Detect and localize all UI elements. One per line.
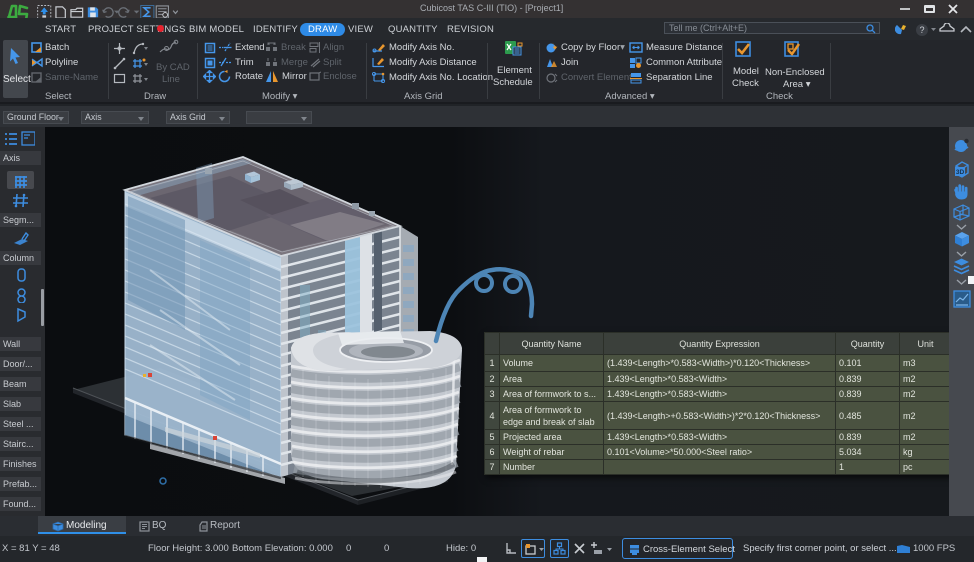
svg-text:?: ? [919, 25, 924, 35]
svg-text:3D: 3D [956, 169, 965, 176]
